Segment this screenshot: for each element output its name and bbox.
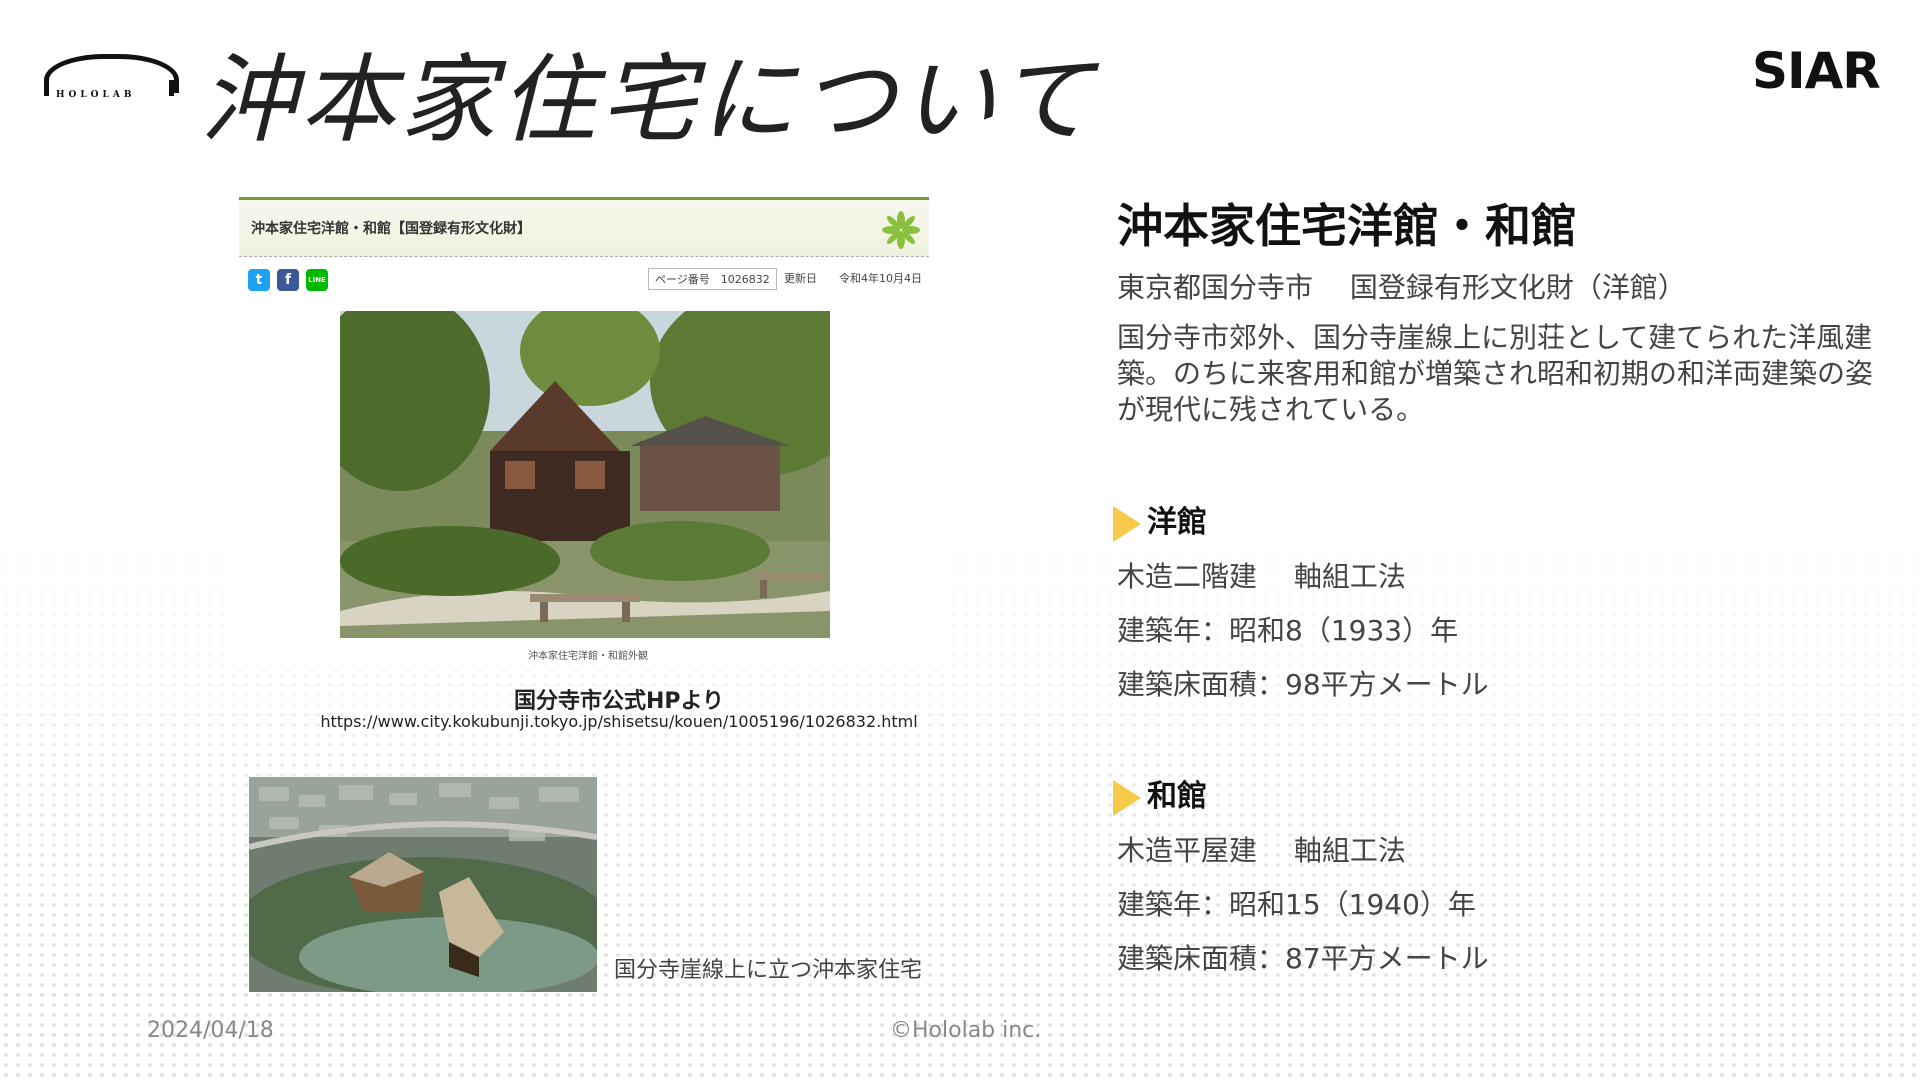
hololab-logo: HOLOLAB	[40, 50, 179, 110]
page-title: 沖本家住宅について	[200, 44, 1098, 156]
aerial-3d-model-image	[249, 777, 597, 992]
japanese-area: 建築床面積：87平方メートル	[1117, 942, 1489, 975]
leaf-icon	[882, 211, 920, 249]
webpage-title: 沖本家住宅洋館・和館【国登録有形文化財】	[251, 221, 531, 237]
japanese-section-heading: 和館	[1113, 771, 1207, 816]
western-year: 建築年：昭和8（1933）年	[1117, 614, 1459, 647]
japanese-year: 建築年：昭和15（1940）年	[1117, 888, 1476, 921]
footer-copyright: ©Hololab inc.	[890, 1018, 1042, 1043]
line-icon: LINE	[306, 269, 328, 291]
western-structure: 木造二階建 軸組工法	[1117, 560, 1406, 593]
triangle-bullet-icon	[1113, 779, 1141, 816]
western-section-heading: 洋館	[1113, 497, 1207, 542]
house-photo	[340, 311, 830, 638]
source-title: 国分寺市公式HPより	[513, 689, 725, 714]
triangle-bullet-icon	[1113, 505, 1141, 542]
western-area: 建築床面積：98平方メートル	[1117, 668, 1489, 701]
page-number: ページ番号 1026832	[648, 268, 777, 290]
photo-caption: 沖本家住宅洋館・和館外観	[528, 651, 648, 662]
facebook-icon: f	[277, 269, 299, 291]
aerial-caption: 国分寺崖線上に立つ沖本家住宅	[614, 958, 923, 983]
info-description: 国分寺市郊外、国分寺崖線上に別荘として建てられた洋風建築。のちに来客用和館が増築…	[1117, 321, 1874, 426]
info-heading: 沖本家住宅洋館・和館	[1117, 199, 1577, 253]
info-subtitle: 東京都国分寺市 国登録有形文化財（洋館）	[1117, 271, 1686, 304]
webpage-header: 沖本家住宅洋館・和館【国登録有形文化財】	[239, 197, 929, 257]
source-url[interactable]: https://www.city.kokubunji.tokyo.jp/shis…	[224, 712, 1014, 731]
footer-date: 2024/04/18	[147, 1018, 274, 1043]
twitter-icon: t	[248, 269, 270, 291]
japanese-structure: 木造平屋建 軸組工法	[1117, 834, 1406, 867]
updated-date: 更新日 令和4年10月4日	[784, 272, 922, 285]
webpage-screenshot: 沖本家住宅洋館・和館【国登録有形文化財】 t f LINE ページ番号 1026…	[224, 185, 952, 665]
siar-logo: SIAR	[1752, 42, 1881, 100]
